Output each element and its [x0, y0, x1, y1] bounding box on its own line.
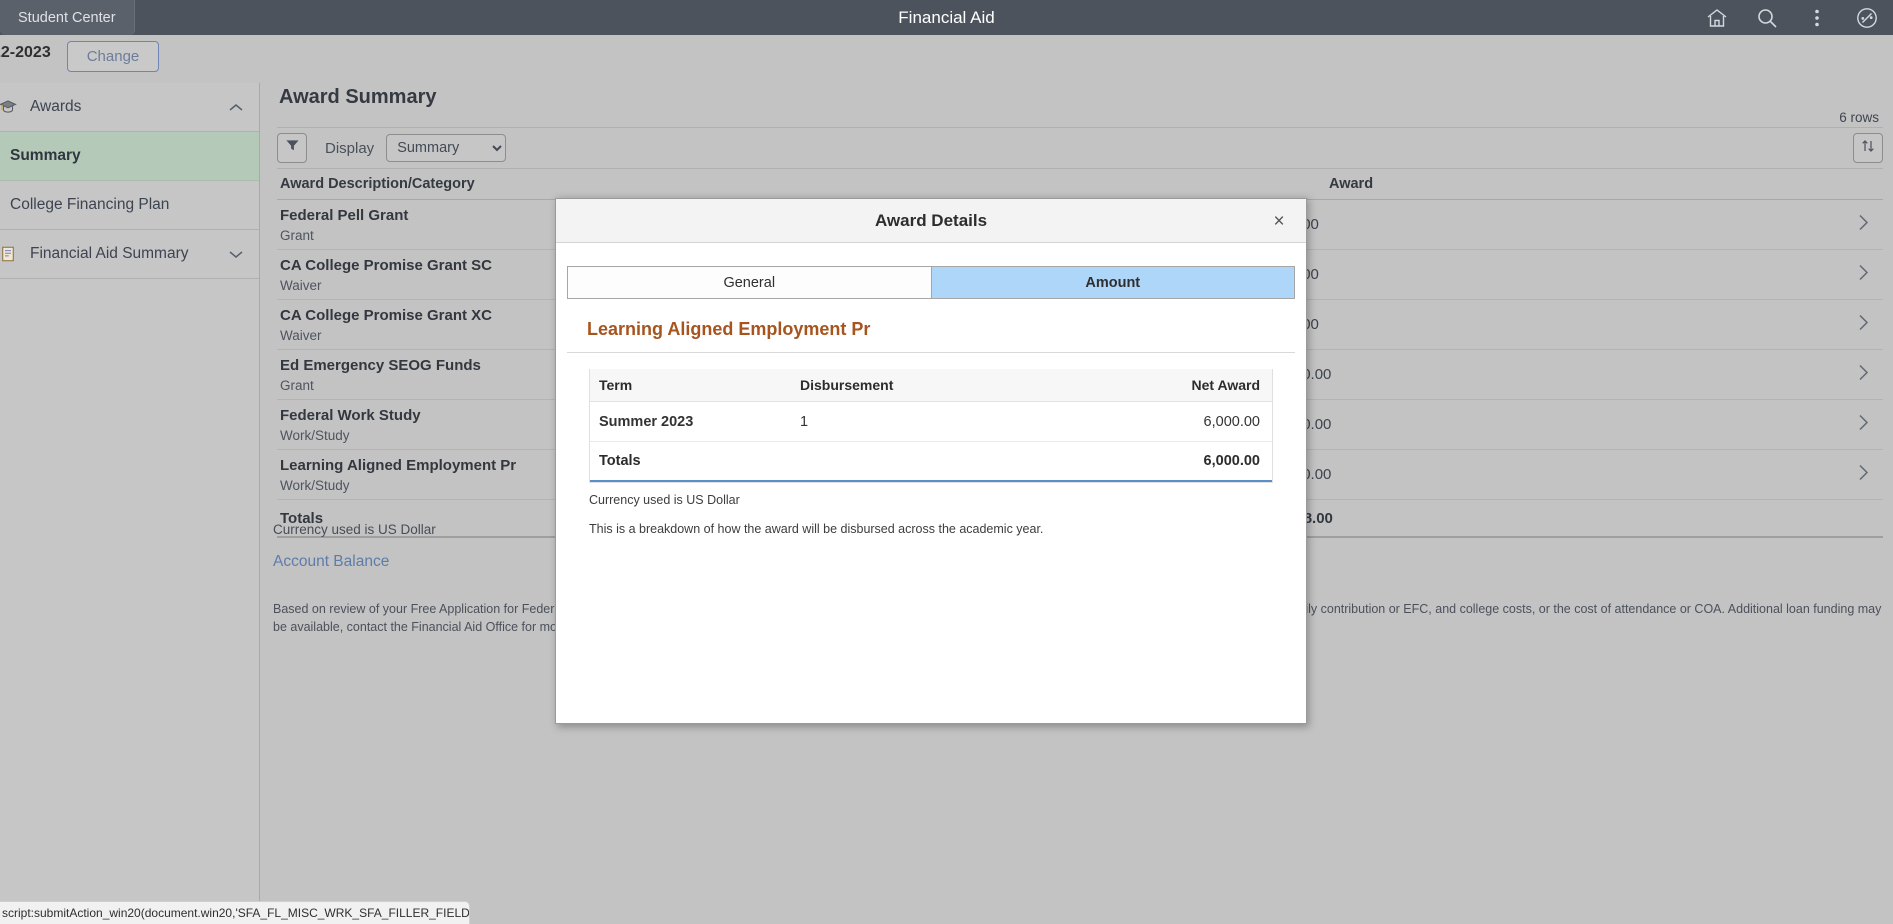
change-aid-year-button[interactable]: Change — [67, 41, 159, 72]
tab-amount[interactable]: Amount — [932, 266, 1296, 299]
sidebar-item-college-financing-plan[interactable]: College Financing Plan — [0, 181, 259, 230]
column-header-net-award: Net Award — [1040, 377, 1272, 393]
disbursement-term-cell: Summer 2023 — [590, 414, 800, 430]
header-icon-group — [1705, 6, 1879, 30]
compass-icon[interactable] — [1855, 6, 1879, 30]
chevron-up-icon — [229, 101, 243, 114]
chevron-right-icon[interactable] — [1843, 464, 1883, 486]
search-icon[interactable] — [1755, 6, 1779, 30]
disbursement-disbursement-cell: 1 — [800, 414, 1040, 430]
display-select[interactable]: Summary — [386, 134, 506, 162]
column-header-disbursement: Disbursement — [800, 377, 1040, 393]
sort-arrows-icon — [1860, 138, 1876, 158]
display-label: Display — [325, 140, 374, 157]
page-header-title: Financial Aid — [0, 8, 1893, 28]
top-header-bar: Student Center Financial Aid — [0, 0, 1893, 35]
chevron-right-icon[interactable] — [1843, 214, 1883, 236]
chevron-right-icon[interactable] — [1843, 314, 1883, 336]
column-header-award: Award — [1177, 176, 1843, 192]
sidebar-label-awards: Awards — [30, 98, 229, 116]
table-toolbar: Display Summary — [277, 127, 1883, 169]
modal-tab-bar: General Amount — [567, 266, 1295, 299]
sidebar-item-awards[interactable]: Awards — [0, 83, 259, 132]
currency-note: Currency used is US Dollar — [273, 522, 436, 537]
account-balance-link[interactable]: Account Balance — [273, 553, 389, 571]
rows-count-label: 6 rows — [1839, 110, 1879, 125]
modal-header: Award Details × — [556, 199, 1306, 243]
sidebar-label-summary: Summary — [10, 147, 259, 165]
disbursement-net_award-cell: 6,000.00 — [1040, 414, 1272, 430]
page-title: Award Summary — [279, 86, 1893, 109]
disbursement-totals-value: 6,000.00 — [1040, 453, 1272, 469]
aid-year-label: 22-2023 — [0, 44, 51, 62]
chevron-right-icon[interactable] — [1843, 264, 1883, 286]
document-icon — [0, 244, 18, 264]
modal-title: Award Details — [875, 211, 987, 231]
column-header-term: Term — [590, 377, 800, 393]
tab-general[interactable]: General — [567, 266, 932, 299]
sidebar-navigation: Awards Summary College Financing Plan Fi… — [0, 83, 260, 924]
graduation-cap-icon — [0, 97, 18, 117]
modal-award-name: Learning Aligned Employment Pr — [567, 319, 1295, 353]
sidebar-label-financial-aid-summary: Financial Aid Summary — [30, 245, 229, 263]
close-icon[interactable]: × — [1266, 208, 1292, 234]
disbursement-row: Summer 202316,000.00 — [590, 402, 1272, 442]
home-icon[interactable] — [1705, 6, 1729, 30]
chevron-right-icon[interactable] — [1843, 364, 1883, 386]
student-center-tab[interactable]: Student Center — [0, 0, 135, 35]
sidebar-item-financial-aid-summary[interactable]: Financial Aid Summary — [0, 230, 259, 279]
disbursement-body: Summer 202316,000.00 — [590, 402, 1272, 442]
chevron-down-icon — [229, 248, 243, 261]
disbursement-header-row: Term Disbursement Net Award — [590, 369, 1272, 402]
modal-breakdown-note: This is a breakdown of how the award wil… — [589, 522, 1295, 536]
browser-status-bar: script:submitAction_win20(document.win20… — [0, 901, 470, 924]
sort-button[interactable] — [1853, 133, 1883, 163]
filter-icon — [285, 138, 300, 158]
sidebar-item-summary[interactable]: Summary — [0, 132, 259, 181]
table-header-row: Award Description/Category Award — [277, 169, 1883, 200]
column-header-description: Award Description/Category — [277, 176, 1177, 192]
filter-button[interactable] — [277, 133, 307, 163]
sidebar-label-college-financing-plan: College Financing Plan — [10, 196, 259, 214]
chevron-right-icon[interactable] — [1843, 414, 1883, 436]
disbursement-totals-row: Totals 6,000.00 — [590, 442, 1272, 482]
aid-year-bar: 22-2023 Change — [0, 35, 1893, 70]
disbursement-table: Term Disbursement Net Award Summer 20231… — [589, 369, 1273, 483]
modal-currency-note: Currency used is US Dollar — [589, 493, 1295, 507]
more-options-icon[interactable] — [1805, 6, 1829, 30]
award-details-modal: Award Details × General Amount Learning … — [555, 198, 1307, 724]
disbursement-totals-label: Totals — [590, 453, 800, 469]
modal-body: Learning Aligned Employment Pr Term Disb… — [556, 299, 1306, 723]
